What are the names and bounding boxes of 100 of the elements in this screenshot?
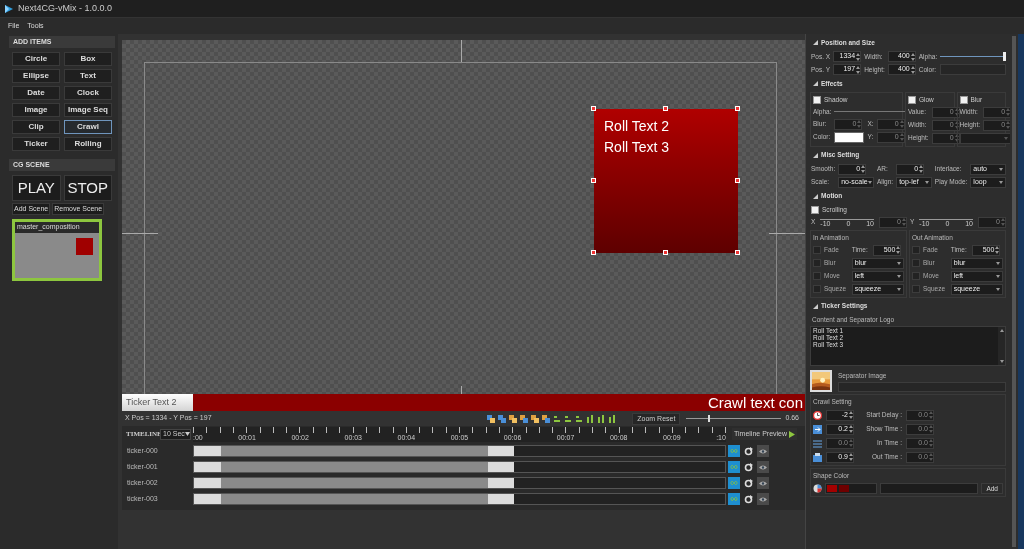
resize-handle[interactable] [735, 106, 740, 111]
ticker-label: Ticker Text 2 [122, 394, 193, 411]
checkbox[interactable] [908, 95, 916, 104]
collapse-icon [813, 193, 818, 199]
slider-thumb[interactable] [1003, 52, 1006, 61]
spinner-icon [849, 453, 853, 461]
stop-button[interactable]: STOP [63, 175, 112, 201]
add-item-button[interactable]: Clip [12, 120, 60, 134]
spinner-icon [856, 52, 861, 61]
caret-icon [867, 180, 872, 184]
layers-icon [542, 414, 551, 423]
refresh-icon[interactable] [744, 478, 753, 488]
layers-icon [487, 414, 496, 423]
color-swatch[interactable] [834, 131, 865, 143]
clip-handle[interactable] [488, 462, 514, 472]
play-button[interactable]: PLAY [12, 175, 61, 201]
spinner-icon [954, 121, 959, 130]
slider-track[interactable] [820, 216, 874, 220]
eye-icon [759, 448, 767, 454]
spinner-icon [857, 120, 862, 128]
visibility-button[interactable] [757, 493, 769, 505]
loop-button[interactable] [728, 493, 740, 505]
add-item-button[interactable]: Circle [12, 52, 60, 66]
clip-bar[interactable] [221, 446, 488, 456]
caret-icon [999, 180, 1003, 184]
text-box[interactable]: Roll Text 2 Roll Text 3 [594, 109, 738, 253]
loop-button[interactable] [728, 445, 740, 457]
resize-handle[interactable] [735, 178, 740, 183]
add-item-button[interactable]: Ellipse [12, 69, 60, 83]
checkbox[interactable] [959, 95, 968, 104]
layers-icon [531, 414, 540, 423]
spinner-icon [929, 411, 933, 419]
refresh-icon[interactable] [744, 462, 753, 472]
visibility-button[interactable] [757, 445, 769, 457]
checkbox[interactable] [813, 95, 821, 104]
refresh-icon[interactable] [744, 494, 753, 504]
collapse-icon [813, 303, 818, 309]
spinner-icon [910, 65, 915, 74]
spinner-icon [899, 133, 904, 141]
zoom-slider[interactable] [686, 414, 782, 423]
slider-track[interactable] [919, 216, 973, 220]
crawl-text: Crawl text con [707, 395, 804, 410]
resize-handle[interactable] [663, 106, 668, 111]
color-swatch[interactable] [827, 484, 837, 492]
add-item-button[interactable]: Text [64, 69, 112, 83]
caret-icon [897, 287, 901, 291]
loop-button[interactable] [728, 477, 740, 489]
spinner-icon [849, 411, 853, 419]
layers-icon [520, 414, 529, 423]
layers-icon [498, 414, 507, 423]
caret-icon [897, 274, 901, 278]
add-item-button[interactable]: Date [12, 86, 60, 100]
add-item-button[interactable]: Box [64, 52, 112, 66]
caret-icon [996, 261, 1000, 265]
infinity-icon [730, 481, 738, 485]
resize-handle[interactable] [591, 178, 596, 183]
palette-icon [813, 483, 822, 493]
checkbox[interactable] [811, 205, 819, 214]
clip-handle[interactable] [194, 494, 221, 504]
add-item-button[interactable]: Image Seq [64, 103, 112, 117]
slider-track[interactable] [940, 52, 1006, 61]
clip-handle[interactable] [194, 446, 221, 456]
visibility-button[interactable] [757, 461, 769, 473]
color-swatch[interactable] [839, 484, 849, 492]
clip-bar[interactable] [221, 494, 488, 504]
add-item-button[interactable]: Ticker [12, 137, 60, 151]
resize-handle[interactable] [735, 250, 740, 255]
window-title: Next4CG-vMix - 1.0.0.0 [18, 1, 113, 15]
list-icon [813, 438, 822, 448]
spinner-icon [856, 65, 861, 74]
clip-bar[interactable] [221, 462, 488, 472]
play-icon [789, 430, 796, 438]
box-text: Roll Text 2 [604, 117, 671, 135]
spinner-icon [995, 246, 1000, 254]
slider-thumb[interactable] [708, 415, 711, 422]
resize-handle[interactable] [591, 250, 596, 255]
clip-handle[interactable] [488, 494, 514, 504]
add-item-button[interactable]: Image [12, 103, 60, 117]
loop-button[interactable] [728, 461, 740, 473]
clock-icon [813, 410, 822, 420]
visibility-button[interactable] [757, 477, 769, 489]
caret-icon [999, 167, 1003, 171]
add-item-button[interactable]: Rolling [64, 137, 112, 151]
clip-handle[interactable] [194, 478, 221, 488]
clip-handle[interactable] [488, 478, 514, 488]
color-list[interactable] [825, 482, 877, 494]
input-field[interactable] [880, 482, 979, 494]
add-item-button[interactable]: Clock [64, 86, 112, 100]
infinity-icon [730, 449, 738, 453]
clip-handle[interactable] [194, 462, 221, 472]
refresh-icon[interactable] [744, 446, 753, 456]
align-icon [608, 414, 617, 423]
clip-handle[interactable] [488, 446, 514, 456]
collapse-icon [813, 152, 818, 158]
caret-icon [924, 180, 929, 184]
add-item-button[interactable]: Crawl [64, 120, 112, 134]
clip-bar[interactable] [221, 478, 488, 488]
scrollbar[interactable] [998, 327, 1005, 366]
resize-handle[interactable] [591, 106, 596, 111]
resize-handle[interactable] [663, 250, 668, 255]
